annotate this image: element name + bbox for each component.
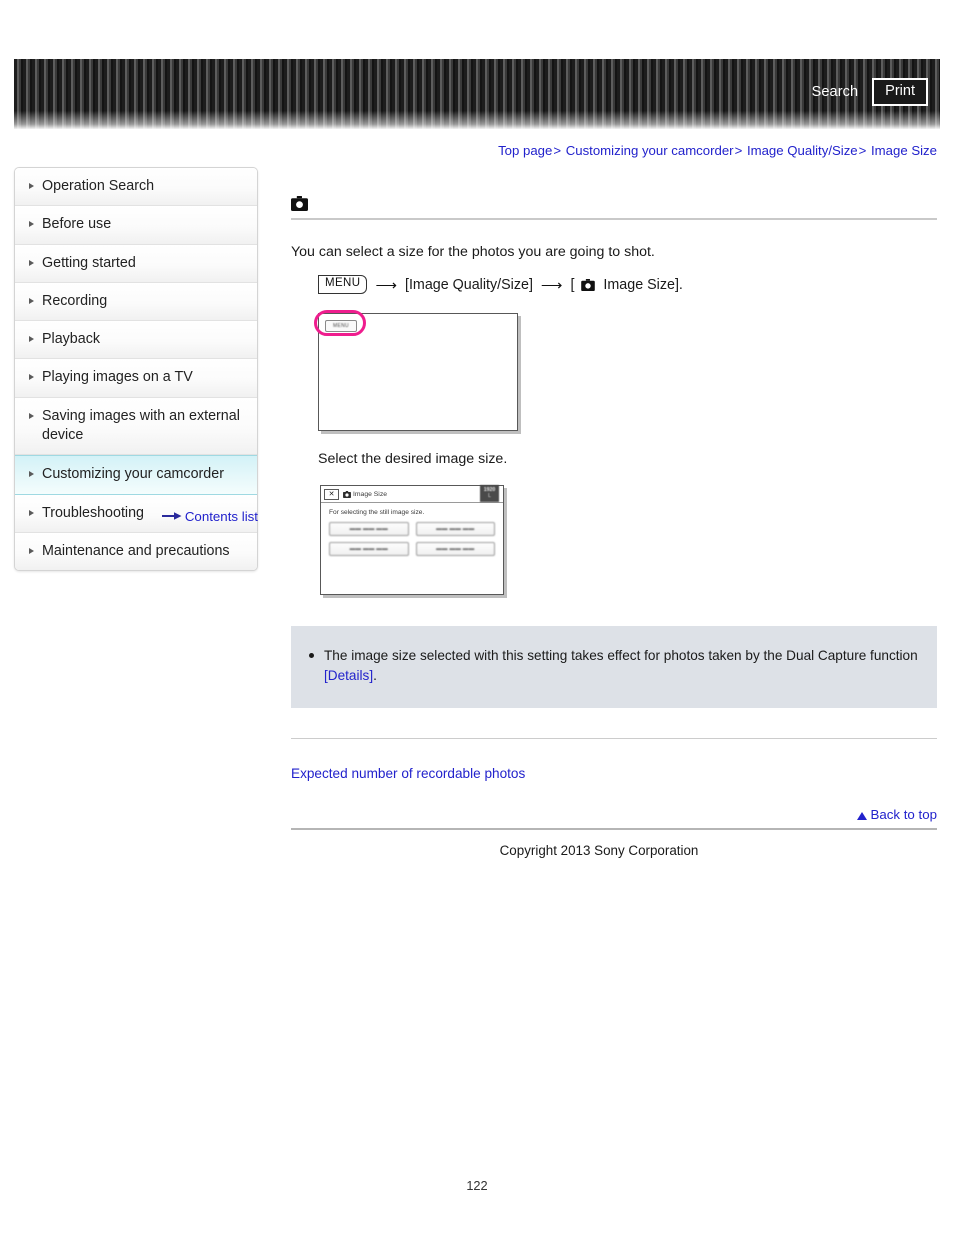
screen-title: Image Size [343, 490, 388, 498]
back-to-top-wrap: Back to top [291, 807, 937, 822]
footer-divider [291, 827, 937, 830]
sidebar-item-label: Getting started [42, 254, 136, 271]
menu-path-part-1: [Image Quality/Size] [404, 276, 533, 293]
sidebar-item-before-use[interactable]: Before use [15, 206, 257, 245]
sidebar-item-getting-started[interactable]: Getting started [15, 244, 257, 283]
camcorder-screen-menu: MENU [314, 310, 518, 432]
breadcrumb-separator: > [553, 143, 562, 158]
sidebar-item-playing-images-on-a-tv[interactable]: Playing images on a TV [15, 359, 257, 398]
arrow-right-icon [161, 512, 182, 521]
sidebar-item-label: Recording [42, 292, 108, 309]
sidebar-item-label: Customizing your camcorder [42, 466, 224, 483]
screen-option-button[interactable]: ▬▬ ▬▬ ▬▬ [329, 542, 409, 557]
image-size-badge: 1920 L [480, 485, 499, 503]
sidebar-item-label: Maintenance and precautions [42, 542, 230, 559]
contents-list-link[interactable]: Contents list [161, 509, 258, 524]
bullet-icon [309, 653, 314, 659]
header-actions: Search Print [812, 59, 928, 129]
sidebar-item-label: Before use [42, 216, 112, 233]
breadcrumb-item-top-page[interactable]: Top page [498, 143, 552, 158]
note-item: The image size selected with this settin… [309, 646, 919, 685]
menu-chip[interactable]: MENU [318, 275, 368, 295]
breadcrumb-item-image-quality-size[interactable]: Image Quality/Size [747, 143, 858, 158]
title-divider [291, 218, 937, 220]
breadcrumb-item-image-size[interactable]: Image Size [871, 143, 937, 158]
menu-highlight-ring [314, 310, 366, 337]
menu-path-part-2: Image Size]. [603, 276, 683, 293]
camera-icon [291, 196, 308, 211]
sidebar-item-recording[interactable]: Recording [15, 282, 257, 322]
intro-text: You can select a size for the photos you… [291, 244, 655, 260]
copyright-text: Copyright 2013 Sony Corporation [499, 842, 699, 858]
screen-option-button[interactable]: ▬▬ ▬▬ ▬▬ [329, 522, 409, 537]
screen-option-button[interactable]: ▬▬ ▬▬ ▬▬ [415, 542, 495, 557]
site-header: Search Print [14, 59, 940, 129]
sidebar-item-saving-images-with-an-external-device[interactable]: Saving images with an external device [15, 397, 257, 456]
triangle-up-icon [857, 811, 868, 820]
note-box: The image size selected with this settin… [291, 626, 937, 708]
sidebar-item-label: Playing images on a TV [42, 369, 193, 386]
sidebar-item-label: Saving images with an external device [42, 407, 240, 444]
details-link[interactable]: [Details] [324, 668, 373, 683]
sidebar-item-customizing-your-camcorder[interactable]: Customizing your camcorder [15, 455, 257, 495]
note-tail: . [373, 667, 377, 683]
page-title [291, 196, 937, 218]
breadcrumb-separator: > [734, 143, 743, 158]
arrow-icon: ⟶ [375, 276, 397, 294]
screen-description: For selecting the still image size. [329, 509, 425, 517]
camera-icon [343, 490, 351, 498]
back-to-top-link[interactable]: Back to top [857, 807, 937, 822]
sidebar-item-maintenance-and-precautions[interactable]: Maintenance and precautions [15, 532, 257, 571]
screen-option-button[interactable]: ▬▬ ▬▬ ▬▬ [415, 522, 495, 537]
contents-list-wrap: Contents list [14, 509, 258, 524]
print-button[interactable]: Print [872, 78, 928, 106]
screen-title-bar: ✕ Image Size 1920 L [321, 485, 503, 504]
sidebar-item-label: Operation Search [42, 178, 155, 194]
sidebar-item-operation-search[interactable]: Operation Search [15, 168, 257, 207]
back-to-top-label: Back to top [870, 806, 937, 822]
camera-icon [581, 278, 596, 291]
content-divider [291, 737, 937, 739]
screen-title-label: Image Size [353, 490, 388, 498]
note-text: The image size selected with this settin… [324, 648, 918, 664]
expected-recordable-photos-link[interactable]: Expected number of recordable photos [291, 766, 525, 781]
arrow-icon: ⟶ [540, 276, 563, 294]
camcorder-screen-image-size: ✕ Image Size 1920 L For selecting the st… [320, 485, 504, 596]
main-content: You can select a size for the photos you… [291, 196, 937, 858]
sidebar-item-label: Playback [42, 331, 101, 348]
menu-path-bracket: [ [570, 276, 575, 293]
sidebar-item-playback[interactable]: Playback [15, 321, 257, 360]
menu-path-line: MENU ⟶ [Image Quality/Size] ⟶ [ Image Si… [291, 275, 937, 295]
breadcrumb-item-customizing-your-camcorder[interactable]: Customizing your camcorder [566, 143, 734, 158]
note-text-wrap: The image size selected with this settin… [324, 646, 919, 685]
page-number: 122 [466, 1178, 488, 1193]
search-link[interactable]: Search [812, 85, 859, 104]
breadcrumb: Top page> Customizing your camcorder> Im… [0, 143, 937, 158]
step-caption: Select the desired image size. [318, 451, 508, 468]
page-root: Search Print Top page> Customizing your … [0, 0, 954, 1235]
badge-quality: L [488, 492, 491, 499]
close-icon[interactable]: ✕ [324, 488, 339, 500]
breadcrumb-separator: > [858, 143, 867, 158]
screen-options-grid: ▬▬ ▬▬ ▬▬ ▬▬ ▬▬ ▬▬ ▬▬ ▬▬ ▬▬ ▬▬ ▬▬ ▬▬ [329, 522, 495, 557]
contents-list-label: Contents list [184, 509, 258, 524]
